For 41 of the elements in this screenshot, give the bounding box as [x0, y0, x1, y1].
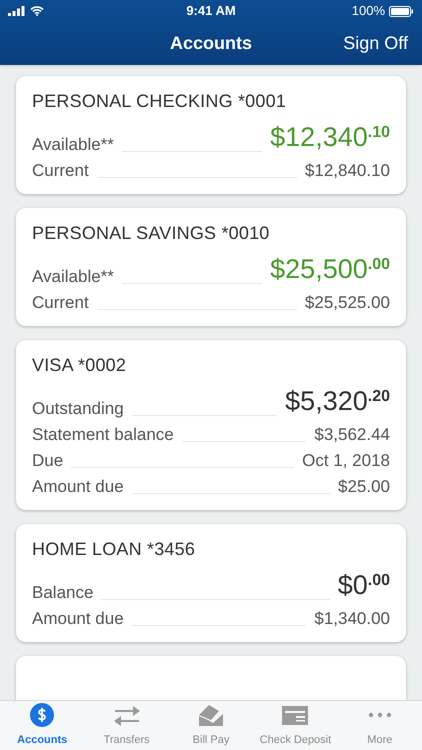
- row-label: Balance: [32, 582, 94, 604]
- row-label: Current: [32, 160, 89, 182]
- screen-title: Accounts: [170, 32, 252, 55]
- signal-icon: [8, 6, 26, 16]
- account-title: VISA *0002: [32, 354, 128, 377]
- account-card[interactable]: VISA *0002 Outstanding $5,320$^{.20}$ Statement balance $3,562.44 Due Oct 1, 2018 Amount due $25.00: [16, 340, 406, 510]
- account-title: PERSONAL SAVINGS *0010: [32, 222, 271, 245]
- wifi-icon: [30, 6, 44, 16]
- balance-amount: $5,320$^{.20}$: [285, 385, 390, 418]
- more-icon: [368, 712, 392, 718]
- row-label: Current: [32, 292, 89, 314]
- row-label: Amount due: [32, 608, 124, 630]
- row-value: $3,562.44: [314, 424, 390, 446]
- dollar-icon: [30, 702, 54, 726]
- row-label: Available**: [32, 134, 114, 156]
- row-label: Available**: [32, 266, 114, 288]
- check-icon: [282, 704, 308, 724]
- balance-amount: $12,340$^{.10}$: [270, 121, 390, 154]
- account-card[interactable]: PERSONAL CHECKING *0001 Available** $12,340$^{.10}$ Current $12,840.10: [16, 76, 406, 194]
- balance-amount: $0$^{.00}$: [338, 569, 390, 602]
- status-time: 9:41 AM: [186, 2, 236, 20]
- row-label: Amount due: [32, 476, 124, 498]
- row-label: Statement balance: [32, 424, 174, 446]
- account-card[interactable]: PERSONAL SAVINGS *0010 Available** $25,500$^{.00}$ Current $25,525.00: [16, 208, 406, 326]
- account-title: PERSONAL CHECKING *0001: [32, 90, 288, 113]
- tab-item[interactable]: Accounts: [0, 701, 84, 750]
- envelope-icon: [198, 702, 224, 726]
- sign-off-button[interactable]: Sign Off: [343, 30, 408, 57]
- row-label: Due: [32, 450, 64, 472]
- row-value: Oct 1, 2018: [302, 450, 390, 472]
- row-label: Outstanding: [32, 398, 124, 420]
- battery-icon: [389, 6, 414, 16]
- row-value: $1,340.00: [314, 608, 390, 630]
- account-card[interactable]: HOME LOAN *3456 Balance $0$^{.00}$ Amount due $1,340.00: [16, 524, 406, 642]
- row-value: $12,840.10: [304, 160, 390, 182]
- battery-percent: 100%: [352, 2, 385, 20]
- row-value: $25.00: [338, 476, 390, 498]
- account-title: HOME LOAN *3456: [32, 538, 196, 561]
- balance-amount: $25,500$^{.00}$: [270, 253, 390, 286]
- row-value: $25,525.00: [304, 292, 390, 314]
- account-card[interactable]: [16, 656, 406, 700]
